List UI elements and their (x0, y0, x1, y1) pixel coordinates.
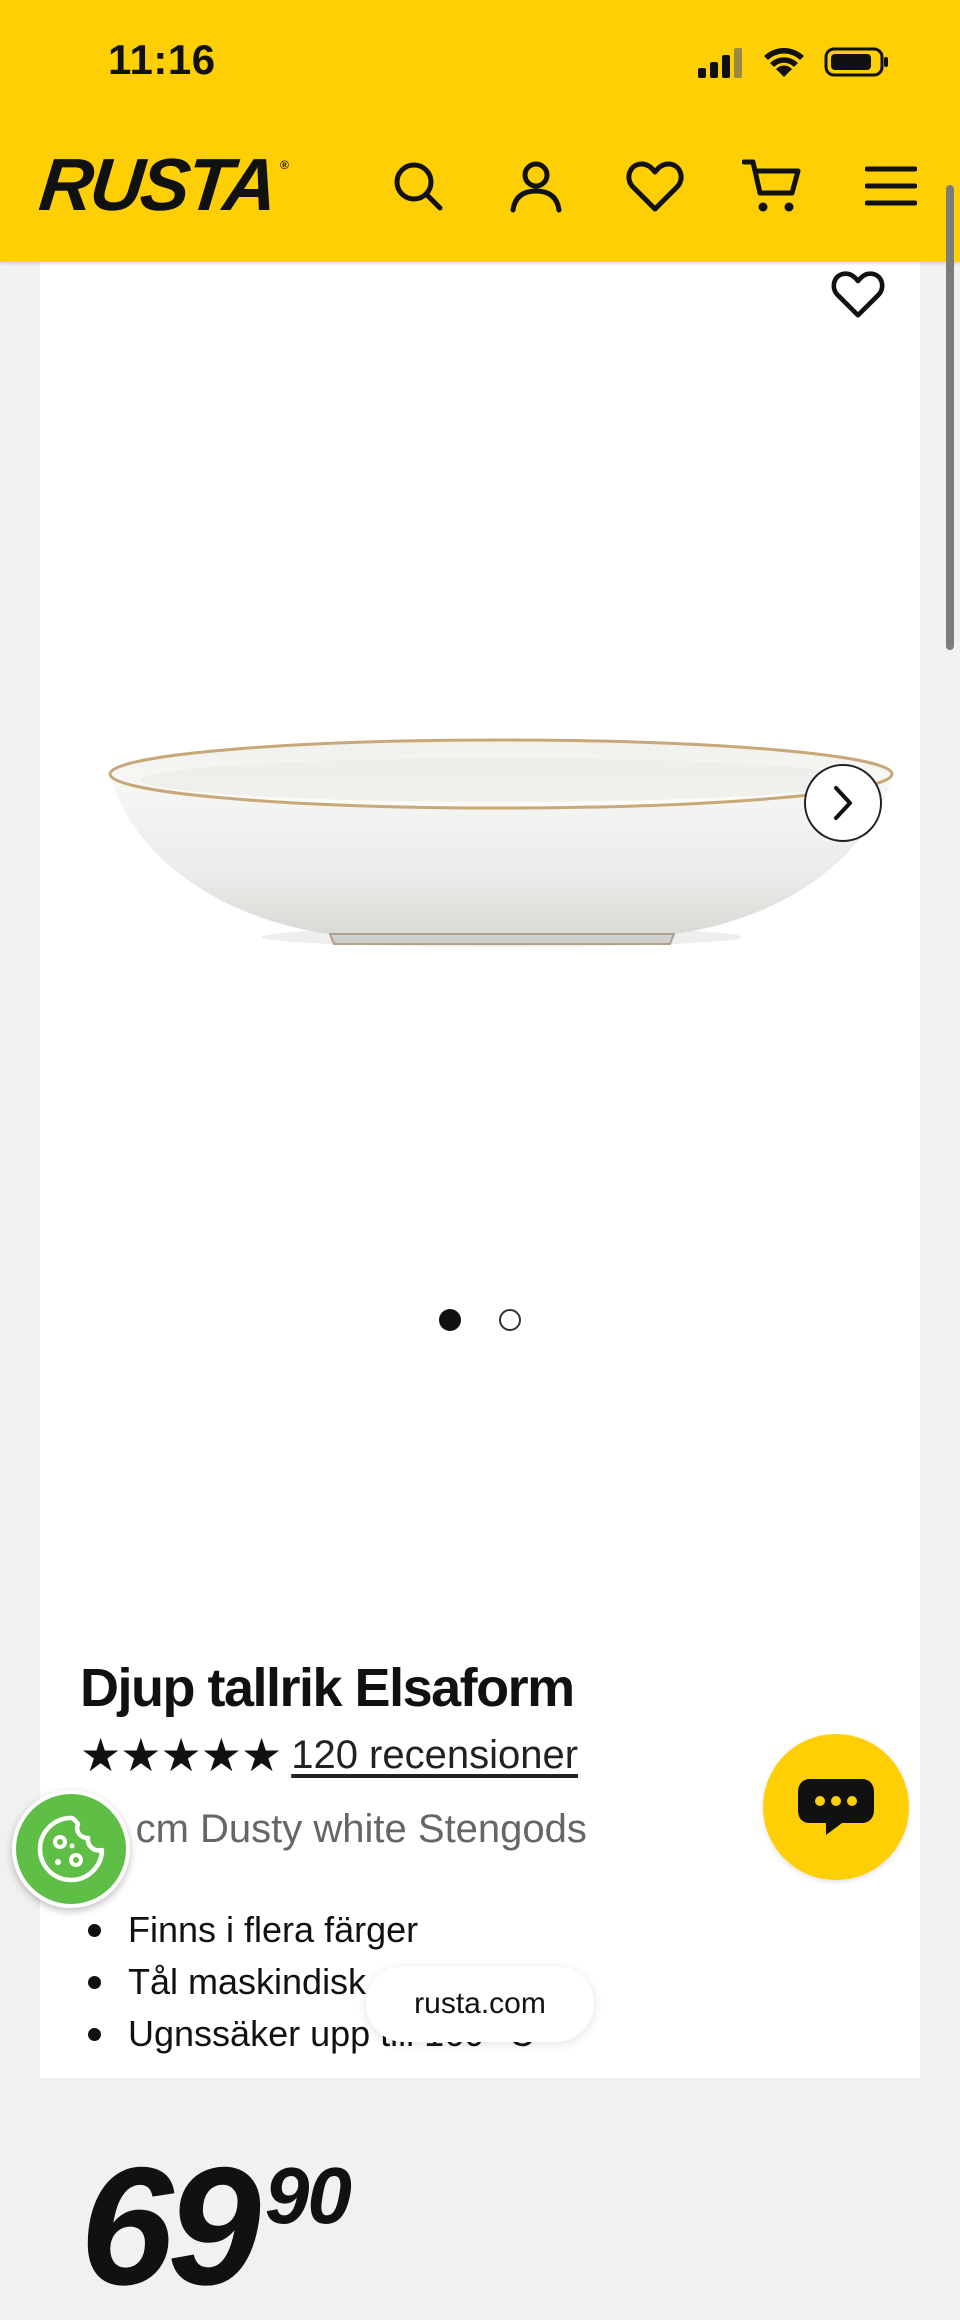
price: 69 90 (80, 2132, 352, 2320)
gallery-dot-1[interactable] (439, 1309, 461, 1331)
product-subtitle: 20 cm Dusty white Stengods (80, 1807, 587, 1851)
signal-icon (698, 48, 742, 78)
status-time: 11:16 (108, 36, 216, 83)
menu-icon[interactable] (861, 156, 921, 216)
account-icon[interactable] (506, 156, 566, 216)
rating-row: ★★★★★ 120 recensioner (80, 1732, 578, 1778)
logo-registered-mark: ® (280, 158, 289, 172)
chat-icon (798, 1779, 874, 1835)
rusta-logo[interactable]: RUSTA (36, 143, 279, 226)
status-icons (696, 42, 890, 82)
chevron-right-icon (834, 786, 852, 820)
price-integer: 69 (80, 2132, 261, 2320)
heart-icon (831, 271, 885, 318)
gallery-pagination (40, 1309, 920, 1331)
url-text: rusta.com (414, 1987, 546, 2020)
favorite-button[interactable] (824, 262, 892, 326)
product-title: Djup tallrik Elsaform (80, 1658, 575, 1718)
heart-icon[interactable] (625, 156, 685, 216)
gallery-dot-2[interactable] (499, 1309, 521, 1331)
browser-url-bar[interactable]: rusta.com (366, 1966, 594, 2042)
cookie-icon (37, 1815, 105, 1883)
price-decimals: 90 (264, 2151, 352, 2240)
wifi-icon (764, 48, 804, 77)
page-scrollbar[interactable] (946, 185, 954, 650)
cookie-settings-button[interactable] (12, 1790, 130, 1908)
battery-icon (824, 47, 888, 77)
feature-item: Finns i flera färger (80, 1904, 535, 1956)
site-header: 11:16 RUSTA ® (0, 0, 960, 262)
reviews-link[interactable]: 120 recensioner (291, 1733, 578, 1778)
search-icon[interactable] (388, 156, 448, 216)
product-image[interactable] (100, 662, 900, 952)
star-rating: ★★★★★ (80, 1729, 282, 1781)
next-image-button[interactable] (804, 764, 882, 842)
chat-button[interactable] (763, 1734, 909, 1880)
cart-icon[interactable] (742, 156, 802, 216)
